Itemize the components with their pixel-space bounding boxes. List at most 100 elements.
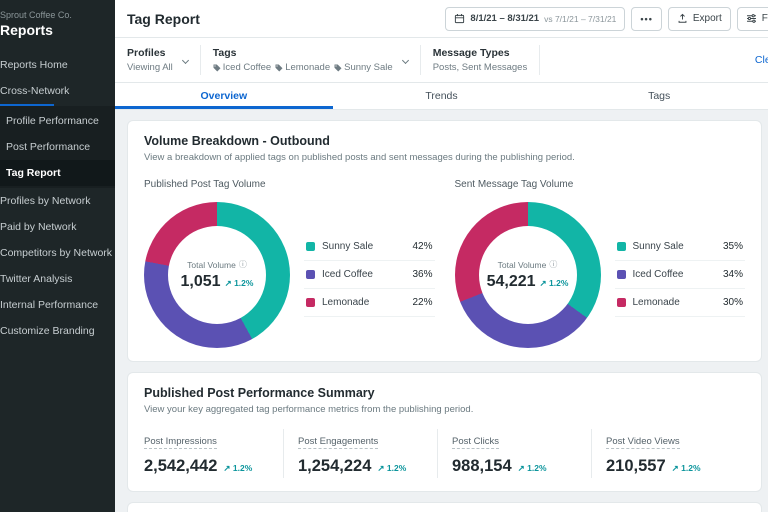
- legend-item[interactable]: Sunny Sale 42%: [304, 233, 435, 261]
- performance-summary-card: Published Post Performance Summary View …: [127, 372, 762, 492]
- legend-item[interactable]: Lemonade 22%: [304, 289, 435, 317]
- legend-swatch: [306, 242, 315, 251]
- chart-legend: Sunny Sale 35% Iced Coffee 34% Lemonade: [614, 233, 745, 317]
- legend-swatch: [616, 242, 626, 251]
- tag-icon: [213, 64, 221, 71]
- metric-post-engagements: Post Engagements 1,254,224 ↗ 1.2%: [284, 429, 438, 478]
- date-range-compare: vs 7/1/21 – 7/31/21: [544, 13, 617, 24]
- sidebar-item-tag-report[interactable]: Tag Report: [0, 160, 115, 186]
- section-title: Reports: [0, 22, 53, 38]
- ellipsis-icon: •••: [640, 13, 653, 24]
- chart-legend: Sunny Sale 42% Iced Coffee 36% Lemonade: [304, 233, 435, 317]
- tag-chip: Sunny Sale: [334, 62, 393, 73]
- cross-network-submenu: Profile Performance Post Performance Tag…: [0, 106, 115, 188]
- tab-overview[interactable]: Overview: [115, 83, 333, 109]
- legend-item[interactable]: Lemonade 30%: [614, 289, 745, 317]
- profiles-filter-value: Viewing All: [127, 62, 173, 73]
- calendar-icon: [454, 13, 465, 24]
- export-icon: [677, 13, 688, 24]
- metric-label[interactable]: Post Video Views: [606, 436, 680, 449]
- volume-breakdown-card: Volume Breakdown - Outbound View a break…: [127, 120, 762, 362]
- profiles-filter[interactable]: Profiles Viewing All: [115, 45, 201, 75]
- published-post-tag-volume-chart: Published Post Tag Volume Total Volume ⓘ…: [144, 179, 435, 348]
- page-header: Tag Report 8/1/21 – 8/31/21 vs 7/1/21 – …: [115, 0, 768, 38]
- metric-post-clicks: Post Clicks 988,154 ↗ 1.2%: [438, 429, 592, 478]
- legend-swatch: [306, 270, 315, 279]
- sidebar-item-post-performance[interactable]: Post Performance: [0, 134, 115, 160]
- message-types-filter[interactable]: Message Types Posts, Sent Messages: [421, 45, 541, 75]
- delta-badge: ↗ 1.2%: [224, 278, 254, 288]
- sent-message-tag-volume-chart: Sent Message Tag Volume Total Volume ⓘ 5…: [454, 179, 745, 348]
- delta-badge: ↗ 1.2%: [517, 463, 547, 473]
- chevron-down-icon: [401, 56, 409, 64]
- metric-label[interactable]: Post Impressions: [144, 436, 217, 449]
- filters-button[interactable]: Filters: [736, 6, 768, 31]
- tag-chip: Iced Coffee: [213, 62, 271, 73]
- info-icon[interactable]: ⓘ: [239, 259, 247, 270]
- date-range-button[interactable]: 8/1/21 – 8/31/21 vs 7/1/21 – 7/31/21: [445, 6, 626, 31]
- metric-label[interactable]: Post Clicks: [452, 436, 499, 449]
- date-range-primary: 8/1/21 – 8/31/21: [470, 13, 540, 24]
- sidebar-item-profile-performance[interactable]: Profile Performance: [0, 108, 115, 134]
- sidebar-item-internal-performance[interactable]: Internal Performance: [0, 292, 115, 318]
- page-title: Tag Report: [127, 10, 200, 27]
- org-name: Sprout Coffee Co.: [0, 10, 72, 20]
- metric-label[interactable]: Post Engagements: [298, 436, 379, 449]
- clear-filters-button[interactable]: Clear: [745, 54, 768, 66]
- sidebar-item-reports-home[interactable]: Reports Home: [0, 52, 115, 78]
- tag-icon: [275, 64, 283, 71]
- report-tabs: Overview Trends Tags: [115, 83, 768, 110]
- sidebar-item-profiles-by-network[interactable]: Profiles by Network: [0, 188, 115, 214]
- sidebar-item-customize-branding[interactable]: Customize Branding: [0, 318, 115, 344]
- card-title: Volume Breakdown - Outbound: [144, 134, 330, 148]
- donut-center: Total Volume ⓘ 54,221 ↗ 1.2%: [486, 259, 569, 291]
- sidebar: Sprout Coffee Co. Reports Reports Home C…: [0, 0, 115, 512]
- sidebar-item-twitter-analysis[interactable]: Twitter Analysis: [0, 266, 115, 292]
- filters-bar: Profiles Viewing All Tags Iced Coffee Le…: [115, 38, 768, 83]
- trend-up-icon: ↗: [517, 463, 525, 473]
- legend-swatch: [616, 270, 626, 279]
- delta-badge: ↗ 1.2%: [223, 463, 253, 473]
- metrics-row: Post Impressions 2,542,442 ↗ 1.2% Post E…: [144, 429, 745, 478]
- filter-sliders-icon: [746, 13, 757, 24]
- top-posts-card: Top Posts: [127, 502, 762, 512]
- tag-chip: Lemonade: [275, 62, 330, 73]
- main-area: Tag Report 8/1/21 – 8/31/21 vs 7/1/21 – …: [115, 0, 768, 512]
- sidebar-item-competitors-by-network[interactable]: Competitors by Network: [0, 240, 115, 266]
- info-icon[interactable]: ⓘ: [549, 259, 557, 270]
- legend-item[interactable]: Iced Coffee 36%: [304, 261, 435, 289]
- trend-up-icon: ↗: [223, 463, 231, 473]
- tab-tags[interactable]: Tags: [550, 83, 768, 109]
- metric-post-video-views: Post Video Views 210,557 ↗ 1.2%: [592, 429, 745, 478]
- card-subtitle: View a breakdown of applied tags on publ…: [144, 152, 575, 163]
- metric-value: 1,254,224: [298, 457, 372, 475]
- delta-badge: ↗ 1.2%: [671, 463, 701, 473]
- more-options-button[interactable]: •••: [631, 6, 662, 31]
- sidebar-item-paid-by-network[interactable]: Paid by Network: [0, 214, 115, 240]
- metric-post-impressions: Post Impressions 2,542,442 ↗ 1.2%: [144, 429, 284, 478]
- donut-chart[interactable]: Total Volume ⓘ 1,051 ↗ 1.2%: [144, 202, 290, 348]
- card-title: Published Post Performance Summary: [144, 386, 375, 400]
- legend-item[interactable]: Sunny Sale 35%: [614, 233, 745, 261]
- sidebar-item-cross-network[interactable]: Cross-Network: [0, 78, 115, 104]
- tags-filter[interactable]: Tags Iced Coffee Lemonade Sunny Sale: [201, 45, 421, 75]
- chevron-down-icon: [181, 56, 189, 64]
- tab-trends[interactable]: Trends: [333, 83, 551, 109]
- card-subtitle: View your key aggregated tag performance…: [144, 404, 474, 415]
- chart-title: Sent Message Tag Volume: [454, 179, 574, 190]
- sidebar-nav: Reports Home Cross-Network Profile Perfo…: [0, 52, 115, 344]
- report-content: Volume Breakdown - Outbound View a break…: [115, 110, 768, 512]
- trend-up-icon: ↗: [539, 278, 547, 288]
- chart-title: Published Post Tag Volume: [144, 179, 266, 190]
- metric-value: 210,557: [606, 457, 666, 475]
- export-button[interactable]: Export: [667, 6, 731, 31]
- trend-up-icon: ↗: [224, 278, 232, 288]
- total-volume-value: 1,051: [180, 273, 221, 290]
- donut-chart[interactable]: Total Volume ⓘ 54,221 ↗ 1.2%: [454, 202, 601, 348]
- tags-filter-value: Iced Coffee Lemonade Sunny Sale: [213, 62, 393, 73]
- donut-center: Total Volume ⓘ 1,051 ↗ 1.2%: [180, 259, 254, 291]
- message-types-filter-value: Posts, Sent Messages: [432, 62, 528, 73]
- trend-up-icon: ↗: [671, 463, 679, 473]
- legend-swatch: [616, 298, 626, 307]
- legend-item[interactable]: Iced Coffee 34%: [614, 261, 745, 289]
